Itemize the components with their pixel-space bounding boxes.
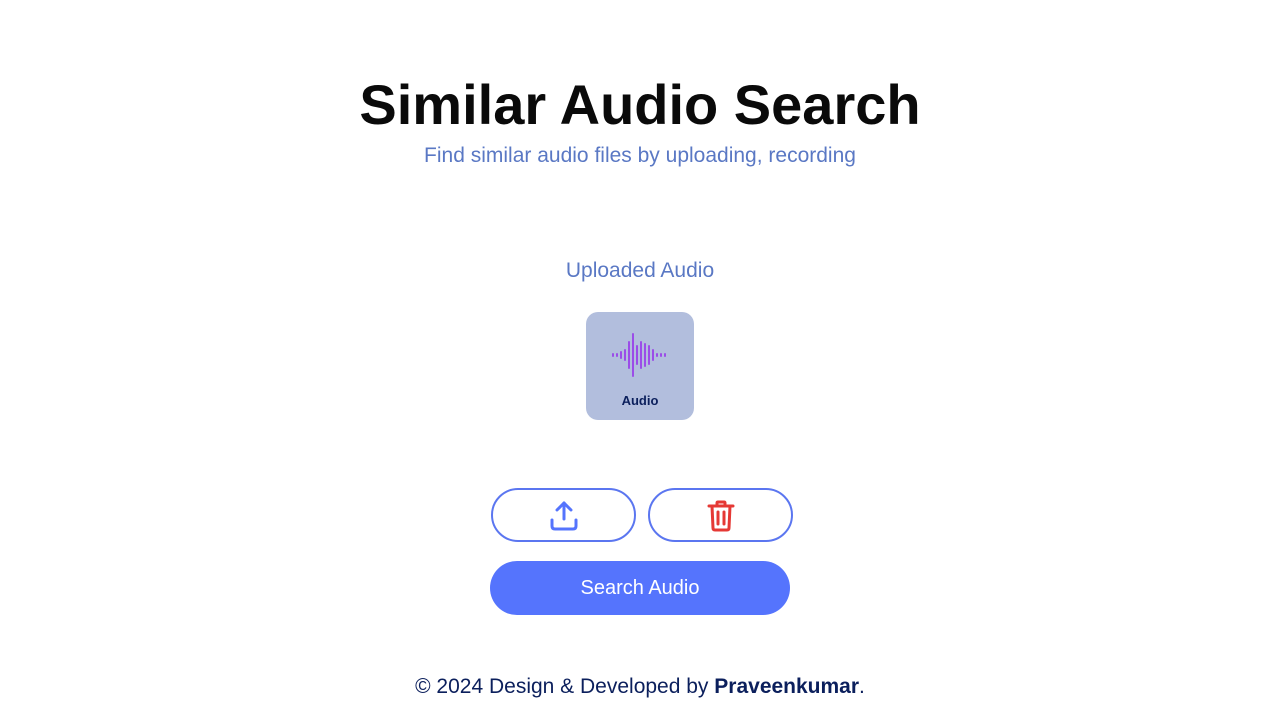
footer-prefix: © 2024 Design & Developed by	[415, 675, 715, 698]
uploaded-audio-label: Audio	[621, 393, 659, 408]
uploaded-audio-tile[interactable]: Audio	[586, 312, 694, 420]
audio-waveform-icon	[612, 333, 666, 377]
uploaded-audio-heading: Uploaded Audio	[565, 259, 715, 282]
footer: © 2024 Design & Developed by Praveenkuma…	[0, 674, 1280, 700]
upload-button[interactable]	[491, 488, 636, 542]
page-subtitle: Find similar audio files by uploading, r…	[424, 144, 856, 167]
upload-icon	[550, 501, 578, 531]
trash-icon	[707, 500, 735, 532]
page-title: Similar Audio Search	[359, 73, 921, 136]
footer-suffix: .	[859, 675, 865, 698]
page: Similar Audio Search Find similar audio …	[0, 0, 1280, 720]
footer-author-link[interactable]: Praveenkumar	[714, 675, 859, 698]
search-audio-button[interactable]: Search Audio	[490, 561, 790, 615]
delete-button[interactable]	[648, 488, 793, 542]
